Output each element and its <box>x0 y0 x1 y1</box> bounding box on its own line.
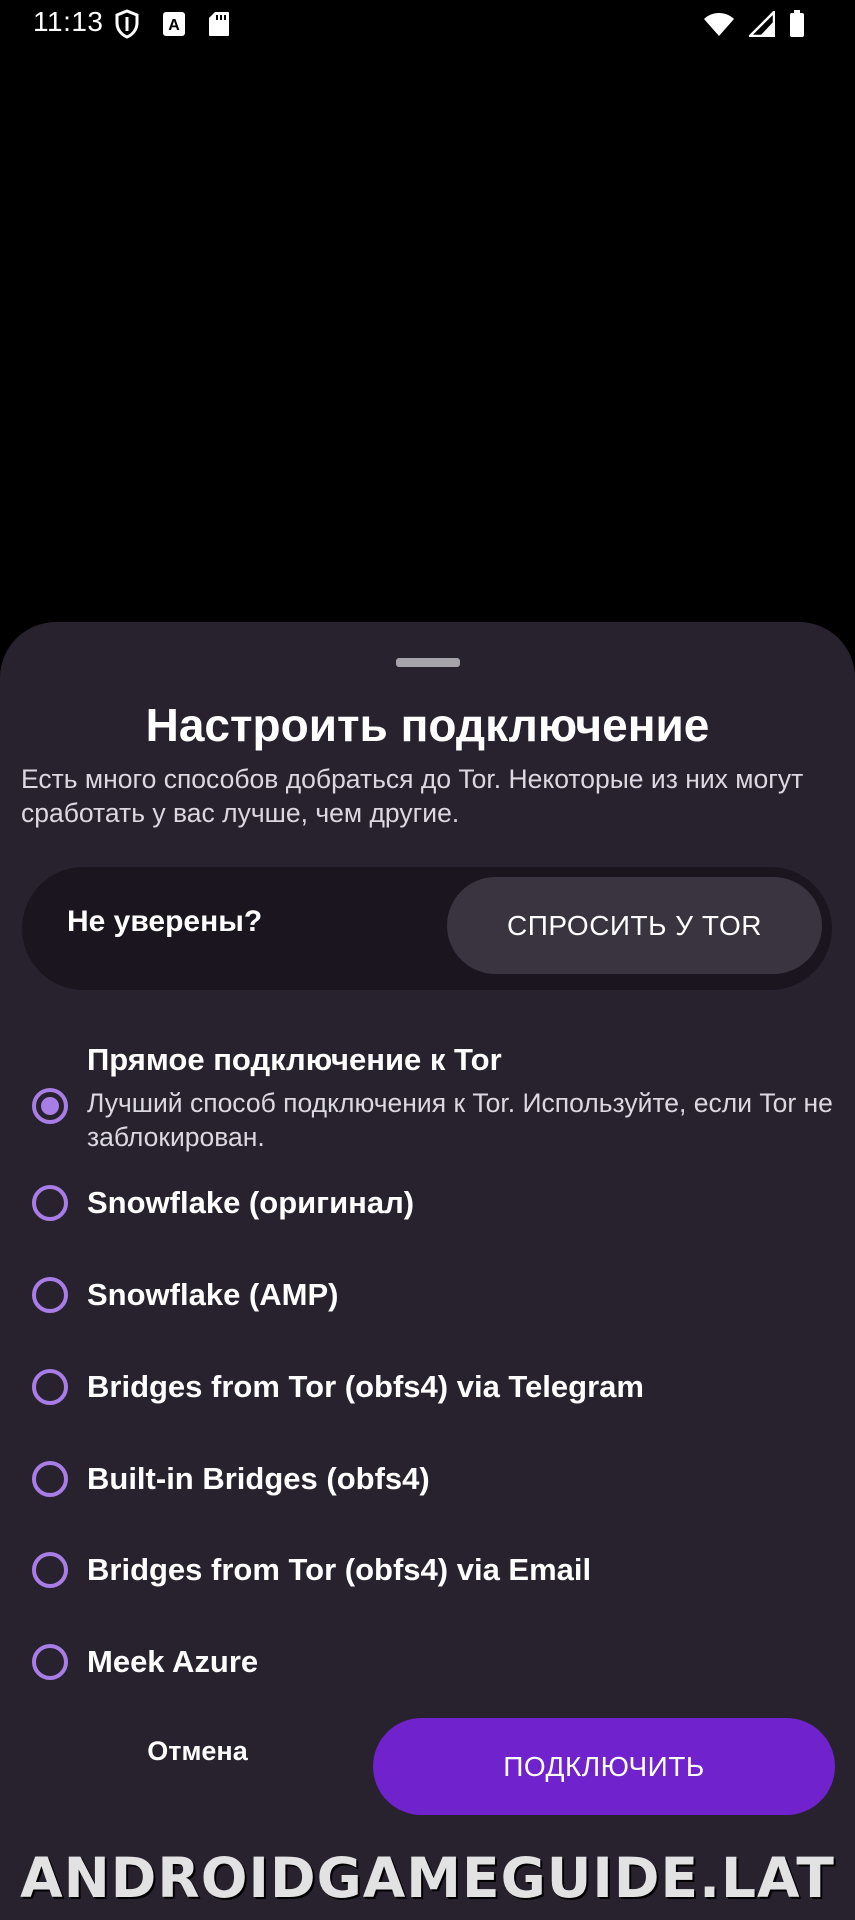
radio-builtin-bridges[interactable] <box>32 1461 68 1497</box>
option-title: Meek Azure <box>87 1644 259 1679</box>
radio-telegram-bridges[interactable] <box>32 1369 68 1405</box>
radio-snowflake[interactable] <box>32 1185 68 1221</box>
cell-signal-icon <box>746 8 776 42</box>
option-description: Лучший способ подключения к Tor. Использ… <box>87 1088 833 1152</box>
radio-meek-azure[interactable] <box>32 1644 68 1680</box>
option-title: Bridges from Tor (obfs4) via Telegram <box>87 1369 644 1404</box>
status-right-icons <box>703 8 805 43</box>
sheet-title: Настроить подключение <box>145 699 710 751</box>
radio-email-bridges[interactable] <box>32 1552 68 1588</box>
ask-tor-button[interactable]: СПРОСИТЬ У TOR <box>447 877 822 974</box>
cancel-button[interactable]: Отмена <box>100 1716 295 1786</box>
battery-icon <box>789 10 805 43</box>
connect-button[interactable]: ПОДКЛЮЧИТЬ <box>373 1718 835 1815</box>
help-label: Не уверены? <box>67 905 263 938</box>
bottom-sheet: Настроить подключение Есть много способо… <box>0 622 855 1920</box>
status-left-icons: A <box>114 9 230 44</box>
sd-card-icon <box>208 11 230 42</box>
help-card: Не уверены? СПРОСИТЬ У TOR <box>22 867 832 990</box>
svg-text:A: A <box>168 17 180 34</box>
option-title: Snowflake (оригинал) <box>87 1185 415 1220</box>
radio-direct[interactable] <box>32 1088 68 1124</box>
option-title: Прямое подключение к Tor <box>87 1042 502 1077</box>
watermark-text: ANDROIDGAMEGUIDE.LAT <box>20 1846 835 1910</box>
drag-handle[interactable] <box>396 658 460 667</box>
option-title: Bridges from Tor (obfs4) via Email <box>87 1552 592 1587</box>
sheet-description: Есть много способов добраться до Tor. Не… <box>21 764 804 828</box>
option-title: Built-in Bridges (obfs4) <box>87 1461 430 1496</box>
status-time: 11:13 <box>33 6 104 37</box>
shield-icon <box>114 9 140 44</box>
option-title: Snowflake (AMP) <box>87 1277 339 1312</box>
radio-snowflake-amp[interactable] <box>32 1277 68 1313</box>
wifi-icon <box>703 11 735 42</box>
font-a-icon: A <box>162 11 186 42</box>
status-bar: 11:13 A <box>0 0 855 50</box>
